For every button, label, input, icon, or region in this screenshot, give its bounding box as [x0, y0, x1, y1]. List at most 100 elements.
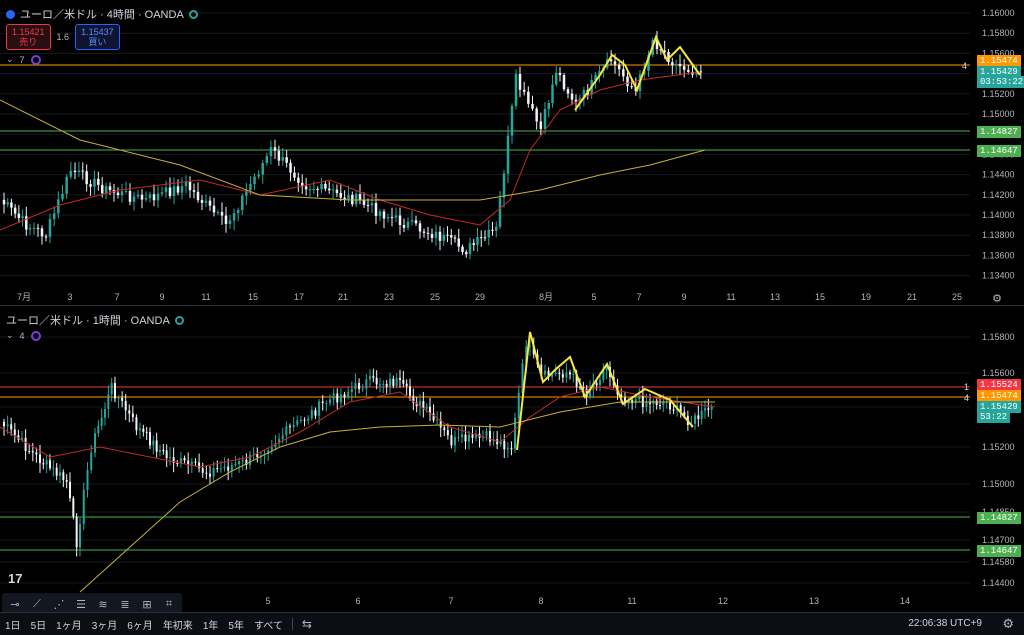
candle-body	[595, 383, 598, 386]
candle-body	[265, 156, 269, 164]
candle-body	[630, 86, 633, 88]
candle-body	[44, 236, 48, 238]
candle-body	[131, 413, 134, 418]
candle-body	[82, 489, 85, 524]
grid-icon[interactable]: ⊞	[138, 596, 156, 612]
calendar-icon[interactable]: ⇆	[297, 617, 317, 631]
candle-body	[503, 440, 506, 450]
candle-body	[535, 108, 538, 122]
candle-body	[94, 433, 96, 453]
range-1d[interactable]: 1日	[0, 617, 26, 632]
indicator-settings-icon[interactable]	[30, 54, 41, 65]
buy-button[interactable]: 1.15437 買い	[75, 24, 120, 50]
candle-body	[565, 372, 568, 378]
price-tag-countdown: 03:53:22	[977, 76, 1024, 88]
candle-body	[289, 426, 291, 428]
range-1y[interactable]: 1年	[198, 617, 224, 632]
candle-body	[136, 194, 140, 197]
clock-readout[interactable]: 22:06:38 UTC+9	[908, 618, 982, 629]
indicator-settings-icon-1h[interactable]	[30, 330, 41, 341]
candle-body	[446, 234, 449, 236]
candle-body	[297, 177, 300, 183]
trend-line-icon[interactable]: ⟋	[28, 596, 46, 612]
sell-button[interactable]: 1.15421 売り	[6, 24, 51, 50]
time-axis-label: 25	[952, 292, 962, 302]
candlestick-chart-4h[interactable]: 1.160001.158001.156001.154001.152001.150…	[0, 0, 1024, 305]
candle-body	[149, 431, 151, 446]
time-axis-label: 8月	[539, 292, 553, 302]
indicators-toggle-1h[interactable]: ⌄ 4	[6, 330, 41, 341]
price-axis-label: 1.14200	[982, 190, 1015, 200]
candle-body	[395, 378, 398, 386]
candle-body	[365, 379, 368, 389]
time-axis-label: 9	[159, 292, 164, 302]
candle-body	[436, 419, 439, 421]
range-6m[interactable]: 6ヶ月	[122, 617, 158, 632]
candlestick-chart-1h[interactable]: 1.158001.156001.154001.152001.150001.148…	[0, 307, 1024, 610]
candle-body	[269, 147, 273, 157]
candle-body	[572, 374, 575, 376]
tradingview-logo[interactable]: 17	[8, 571, 22, 586]
time-axis-label: 15	[248, 292, 258, 302]
chart-pane-4h[interactable]: 1.160001.158001.156001.154001.152001.150…	[0, 0, 1024, 306]
scale-settings-icon[interactable]: ⚙	[992, 292, 1002, 305]
pitchfork-icon[interactable]: ⋰	[50, 596, 68, 612]
time-axis-label: 13	[770, 292, 780, 302]
candle-body	[599, 379, 601, 386]
measure-icon[interactable]: ≣	[116, 596, 134, 612]
candle-body	[49, 460, 51, 469]
candle-body	[61, 193, 64, 200]
candle-body	[570, 93, 574, 100]
range-1m[interactable]: 1ヶ月	[51, 617, 87, 632]
candle-body	[374, 203, 378, 216]
candle-body	[234, 463, 237, 466]
range-ytd[interactable]: 年初来	[158, 617, 198, 632]
candle-body	[409, 386, 411, 396]
candle-body	[93, 178, 96, 187]
fib-icon[interactable]: ☰	[72, 596, 90, 612]
range-3m[interactable]: 3ヶ月	[87, 617, 123, 632]
indicators-toggle[interactable]: ⌄ 7	[6, 54, 41, 65]
candle-body	[704, 408, 706, 411]
frame-icon[interactable]: ⌗	[160, 596, 178, 612]
candle-body	[320, 183, 323, 190]
candle-body	[457, 436, 460, 438]
candle-body	[124, 400, 127, 411]
price-axis-label: 1.16000	[982, 8, 1015, 18]
cursor-line-icon[interactable]: ⊸	[6, 596, 24, 612]
candle-body	[128, 191, 132, 202]
price-axis-label: 1.14580	[982, 557, 1015, 567]
candle-body	[336, 393, 339, 403]
candle-body	[543, 109, 547, 129]
candle-body	[312, 188, 316, 190]
pattern-icon[interactable]: ≋	[94, 596, 112, 612]
candle-body	[687, 69, 690, 72]
price-tag-countdown-1h: 53:22	[977, 411, 1011, 423]
ma-fast-line	[0, 71, 701, 231]
candle-body	[402, 225, 406, 228]
candle-body	[678, 63, 682, 67]
candle-body	[100, 184, 104, 194]
candle-body	[506, 448, 509, 450]
chart-pane-1h[interactable]: 1.158001.156001.154001.152001.150001.148…	[0, 307, 1024, 610]
gear-icon[interactable]: ⚙	[1002, 616, 1014, 632]
candle-body	[176, 186, 180, 193]
candle-body	[558, 72, 562, 76]
candle-body	[172, 186, 176, 197]
candle-body	[649, 402, 651, 404]
candle-body	[531, 103, 534, 109]
candle-body	[145, 431, 148, 433]
range-all[interactable]: すべて	[249, 617, 288, 632]
candle-body	[6, 202, 9, 205]
candle-body	[24, 437, 27, 452]
candle-body	[6, 424, 9, 427]
candle-body	[261, 163, 264, 175]
candle-body	[110, 383, 113, 395]
candle-body	[682, 66, 686, 70]
candle-body	[308, 189, 312, 191]
price-axis-label: 1.13400	[982, 271, 1015, 281]
candle-body	[697, 415, 700, 420]
range-5y[interactable]: 5年	[223, 617, 249, 632]
candle-body	[350, 388, 353, 393]
range-5d[interactable]: 5日	[26, 617, 52, 632]
